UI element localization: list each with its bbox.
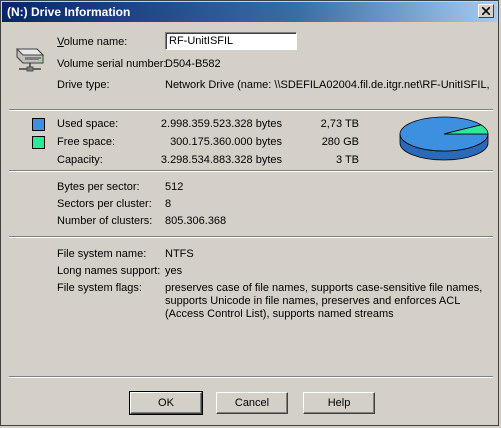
long-names-label: Long names support:	[57, 265, 161, 277]
used-space-swatch	[32, 118, 45, 131]
sectors-per-cluster-value: 8	[165, 198, 172, 210]
used-space-short: 2,73 TB	[320, 118, 359, 130]
network-drive-icon	[15, 48, 45, 72]
file-system-flags-value: preserves case of file names, supports c…	[165, 282, 483, 320]
separator	[9, 170, 493, 172]
sectors-per-cluster-label: Sectors per cluster:	[57, 198, 152, 210]
bytes-per-sector-label: Bytes per sector:	[57, 181, 140, 193]
volume-name-input[interactable]	[165, 32, 297, 50]
volume-serial-value: D504-B582	[165, 58, 221, 70]
capacity-label: Capacity:	[57, 154, 103, 166]
drive-information-dialog: (N:) Drive Information Volume name: Volu…	[0, 0, 499, 426]
file-system-flags-label: File system flags:	[57, 282, 142, 294]
drive-type-label: Drive type:	[57, 79, 110, 91]
number-of-clusters-value: 805.306.368	[165, 215, 227, 227]
bytes-per-sector-value: 512	[165, 181, 184, 193]
free-space-swatch	[32, 136, 45, 149]
separator	[9, 236, 493, 238]
long-names-value: yes	[165, 265, 183, 277]
separator	[9, 376, 493, 378]
drive-type-value: Network Drive (name: \\SDEFILA02004.fil.…	[165, 79, 493, 91]
used-space-bytes: 2.998.359.523.328 bytes	[160, 118, 282, 130]
close-button[interactable]	[478, 4, 494, 18]
cancel-button[interactable]: Cancel	[216, 392, 288, 414]
window-title: (N:) Drive Information	[7, 5, 131, 19]
ok-button[interactable]: OK	[129, 391, 203, 415]
space-pie-chart	[399, 116, 489, 161]
capacity-short: 3 TB	[335, 154, 359, 166]
number-of-clusters-label: Number of clusters:	[57, 215, 153, 227]
title-bar[interactable]: (N:) Drive Information	[2, 2, 497, 22]
file-system-name-label: File system name:	[57, 248, 147, 260]
free-space-bytes: 300.175.360.000 bytes	[170, 136, 282, 148]
used-space-label: Used space:	[57, 118, 119, 130]
volume-serial-label: Volume serial number:	[57, 58, 167, 70]
free-space-label: Free space:	[57, 136, 116, 148]
help-button[interactable]: Help	[303, 392, 375, 414]
separator	[9, 109, 493, 111]
free-space-short: 280 GB	[321, 136, 359, 148]
close-icon	[482, 7, 490, 15]
file-system-name-value: NTFS	[165, 248, 194, 260]
capacity-bytes: 3.298.534.883.328 bytes	[160, 154, 282, 166]
volume-name-label: Volume name:	[57, 36, 128, 48]
